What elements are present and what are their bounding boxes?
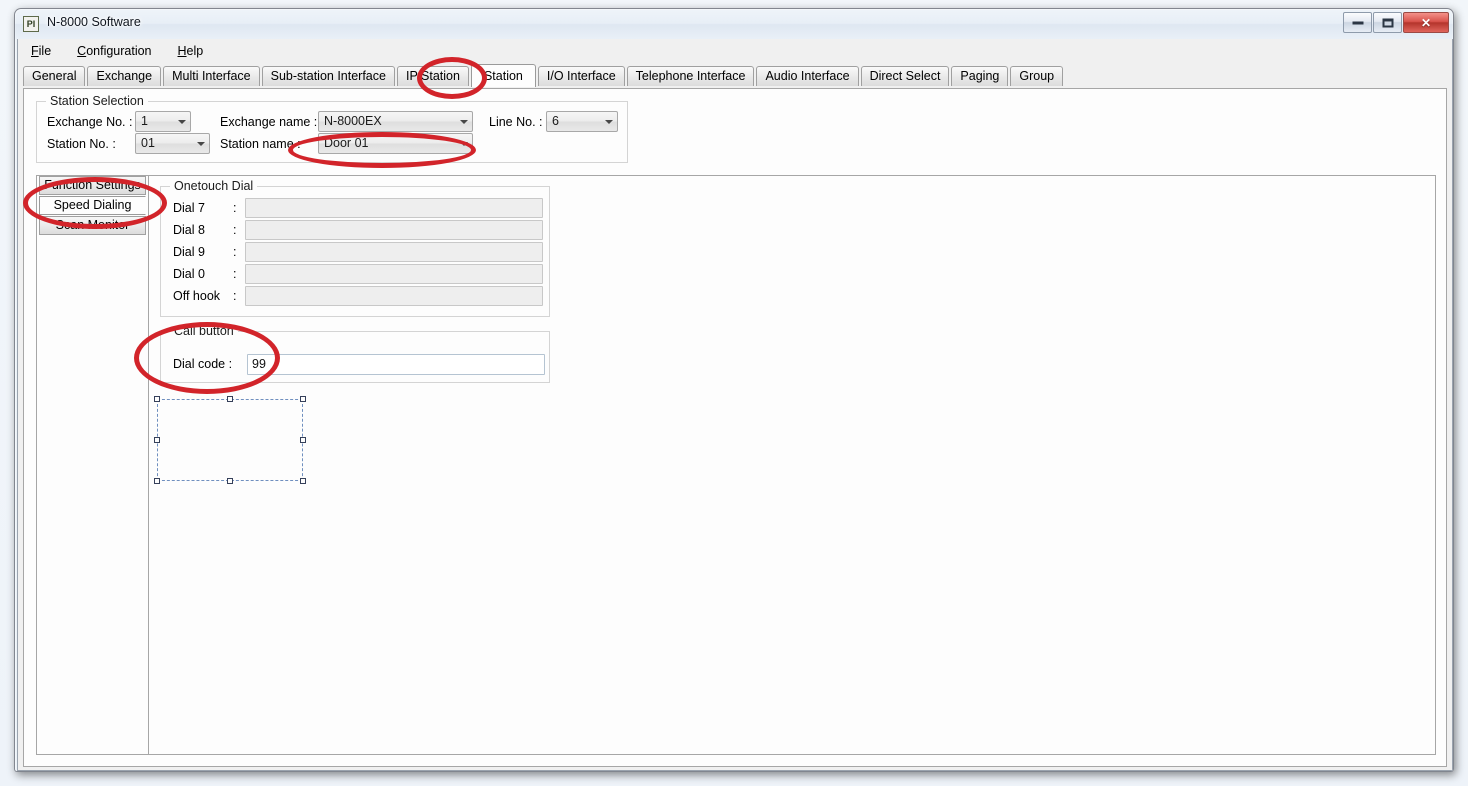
off-hook-label: Off hook xyxy=(173,289,221,303)
tab-telephone-interface[interactable]: Telephone Interface xyxy=(626,66,755,86)
tab-ip-station[interactable]: IP Station xyxy=(396,66,469,86)
menu-file[interactable]: File xyxy=(27,42,55,60)
station-selection-title: Station Selection xyxy=(46,94,148,108)
onetouch-dial-title: Onetouch Dial xyxy=(170,179,258,193)
tab-io-interface[interactable]: I/O Interface xyxy=(537,66,625,86)
tab-direct-select[interactable]: Direct Select xyxy=(860,66,950,86)
dial-7-input[interactable] xyxy=(245,198,543,218)
dial-7-colon: : xyxy=(233,201,237,215)
station-name-value: Door 01 xyxy=(324,136,369,150)
chevron-down-icon xyxy=(197,142,205,146)
station-no-value: 01 xyxy=(141,136,155,150)
sidebar-item-speed-dialing[interactable]: Speed Dialing xyxy=(39,196,146,215)
dial-0-label: Dial 0 xyxy=(173,267,205,281)
menu-configuration[interactable]: Configuration xyxy=(73,42,155,60)
function-panel: Function Settings Speed Dialing Scan Mon… xyxy=(36,175,1436,755)
tab-general[interactable]: General xyxy=(23,66,86,86)
exchange-no-dropdown[interactable]: 1 xyxy=(135,111,191,132)
speed-dialing-content: Onetouch Dial Dial 7 : Dial 8 : Dial 9 :… xyxy=(150,176,1435,754)
function-sidebar: Function Settings Speed Dialing Scan Mon… xyxy=(37,176,149,754)
dial-8-colon: : xyxy=(233,223,237,237)
line-no-value: 6 xyxy=(552,114,559,128)
line-no-dropdown[interactable]: 6 xyxy=(546,111,618,132)
window-title-bar[interactable]: PI N-8000 Software ✕ xyxy=(15,9,1453,39)
window-title: N-8000 Software xyxy=(47,15,141,29)
tab-paging[interactable]: Paging xyxy=(951,66,1009,86)
dial-code-input[interactable]: 99 xyxy=(247,354,545,375)
off-hook-colon: : xyxy=(233,289,237,303)
dial-0-input[interactable] xyxy=(245,264,543,284)
client-area: File Configuration Help General Exchange… xyxy=(17,39,1453,771)
station-no-label: Station No. : xyxy=(47,137,116,151)
close-icon: ✕ xyxy=(1420,15,1432,30)
station-no-dropdown[interactable]: 01 xyxy=(135,133,210,154)
call-button-group: Call button Dial code : 99 xyxy=(160,324,550,383)
dial-8-label: Dial 8 xyxy=(173,223,205,237)
dial-0-colon: : xyxy=(233,267,237,281)
station-name-dropdown[interactable]: Door 01 xyxy=(318,133,473,154)
sidebar-item-function-settings[interactable]: Function Settings xyxy=(39,176,146,195)
off-hook-input[interactable] xyxy=(245,286,543,306)
tab-group[interactable]: Group xyxy=(1010,66,1064,86)
chevron-down-icon xyxy=(178,120,186,124)
dial-9-label: Dial 9 xyxy=(173,245,205,259)
dial-7-label: Dial 7 xyxy=(173,201,205,215)
maximize-button[interactable] xyxy=(1373,12,1402,33)
sidebar-item-scan-monitor[interactable]: Scan Monitor xyxy=(39,216,146,235)
dial-9-input[interactable] xyxy=(245,242,543,262)
app-icon: PI xyxy=(23,16,39,32)
menu-help[interactable]: Help xyxy=(174,42,208,60)
dial-8-input[interactable] xyxy=(245,220,543,240)
menu-bar: File Configuration Help xyxy=(18,39,1452,62)
tab-multi-interface[interactable]: Multi Interface xyxy=(163,66,260,86)
onetouch-dial-group: Onetouch Dial Dial 7 : Dial 8 : Dial 9 :… xyxy=(160,179,550,317)
tab-station[interactable]: Station xyxy=(470,64,536,87)
chevron-down-icon xyxy=(460,142,468,146)
exchange-no-value: 1 xyxy=(141,114,148,128)
minimize-icon xyxy=(1352,21,1363,24)
call-button-title: Call button xyxy=(170,324,238,338)
tab-sub-station-interface[interactable]: Sub-station Interface xyxy=(261,66,395,86)
station-name-label: Station name : xyxy=(220,137,301,151)
exchange-name-value: N-8000EX xyxy=(324,114,382,128)
tab-exchange[interactable]: Exchange xyxy=(87,66,162,86)
minimize-button[interactable] xyxy=(1343,12,1372,33)
main-tab-strip: General Exchange Multi Interface Sub-sta… xyxy=(23,64,1452,87)
exchange-name-dropdown[interactable]: N-8000EX xyxy=(318,111,473,132)
exchange-name-label: Exchange name : xyxy=(220,115,318,129)
close-button[interactable]: ✕ xyxy=(1403,12,1449,33)
window-controls: ✕ xyxy=(1343,12,1449,33)
station-selection-group: Station Selection Exchange No. : 1 Excha… xyxy=(36,94,628,163)
chevron-down-icon xyxy=(460,120,468,124)
line-no-label: Line No. : xyxy=(489,115,543,129)
tab-audio-interface[interactable]: Audio Interface xyxy=(756,66,859,86)
dial-9-colon: : xyxy=(233,245,237,259)
maximize-icon xyxy=(1382,18,1393,27)
dial-code-value: 99 xyxy=(252,357,266,371)
chevron-down-icon xyxy=(605,120,613,124)
exchange-no-label: Exchange No. : xyxy=(47,115,133,129)
dial-code-label: Dial code : xyxy=(173,357,233,371)
application-window: PI N-8000 Software ✕ File Configuration … xyxy=(14,8,1454,772)
station-tab-page: Station Selection Exchange No. : 1 Excha… xyxy=(23,88,1447,767)
